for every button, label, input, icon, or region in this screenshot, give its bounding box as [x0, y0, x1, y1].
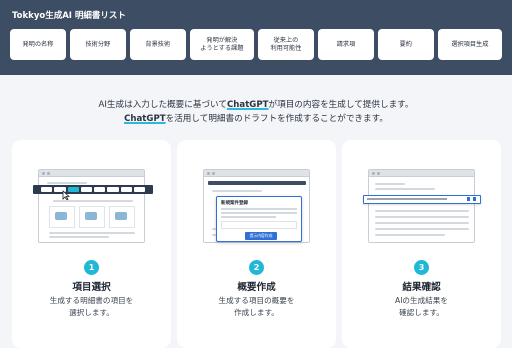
step-number-1: 1 — [84, 260, 99, 275]
step-desc-select: 生成する明細書の項目を 選択します。 — [49, 296, 134, 317]
tab-invention-name[interactable]: 発明の名称 — [10, 29, 66, 60]
dialog-generate-button: 提示内容作成 — [245, 232, 277, 240]
tab-abstract[interactable]: 要約 — [377, 29, 434, 60]
intro-line-1: AI生成は入力した概要に基づいてChatGPTが項目の内容を生成して提供します。 — [98, 100, 414, 110]
intro-line-2: ChatGPTを活用して明細書のドラフトを作成することができます。 — [124, 114, 388, 124]
header: Tokkyo生成AI 明細書リスト 発明の名称 技術分野 背景技術 発明が解決 … — [0, 0, 512, 75]
tab-claims[interactable]: 請求項 — [317, 29, 374, 60]
tab-industrial-applicability[interactable]: 従来上の 利用可能性 — [258, 29, 314, 60]
tab-technical-field[interactable]: 技術分野 — [69, 29, 126, 60]
generate-dialog-illustration: 新規案件登録 提示内容作成 — [216, 196, 302, 242]
step-title-confirm: 結果確認 — [402, 282, 441, 293]
step-title-create: 概要作成 — [237, 282, 276, 293]
step-card-create: 新規案件登録 提示内容作成 2 概要作成 生成する項目の概要を 作成します。 — [177, 140, 336, 348]
intro-text: AI生成は入力した概要に基づいてChatGPTが項目の内容を生成して提供します。… — [0, 98, 512, 126]
tab-generate-selected[interactable]: 選択項目生成 — [437, 29, 503, 60]
step-number-3: 3 — [414, 260, 429, 275]
step-number-2: 2 — [249, 260, 264, 275]
tab-problem-to-solve[interactable]: 発明が解決 ようとする課題 — [189, 29, 255, 60]
tab-background-art[interactable]: 背景技術 — [129, 29, 186, 60]
step-card-confirm: 3 結果確認 AIの生成結果を 確認します。 — [342, 140, 501, 348]
app-title: Tokkyo生成AI 明細書リスト — [12, 11, 126, 21]
step-title-select: 項目選択 — [72, 282, 111, 293]
step-desc-confirm: AIの生成結果を 確認します。 — [395, 296, 448, 317]
step-desc-create: 生成する項目の概要を 作成します。 — [218, 296, 295, 317]
select-screenshot-illustration — [33, 169, 153, 243]
dialog-title: 新規案件登録 — [221, 201, 248, 206]
step-card-select: 1 項目選択 生成する明細書の項目を 選択します。 — [12, 140, 171, 348]
tab-bar: 発明の名称 技術分野 背景技術 発明が解決 ようとする課題 従来上の 利用可能性… — [10, 29, 503, 60]
confirm-screenshot-illustration — [363, 169, 481, 243]
create-screenshot-illustration: 新規案件登録 提示内容作成 — [203, 169, 310, 243]
